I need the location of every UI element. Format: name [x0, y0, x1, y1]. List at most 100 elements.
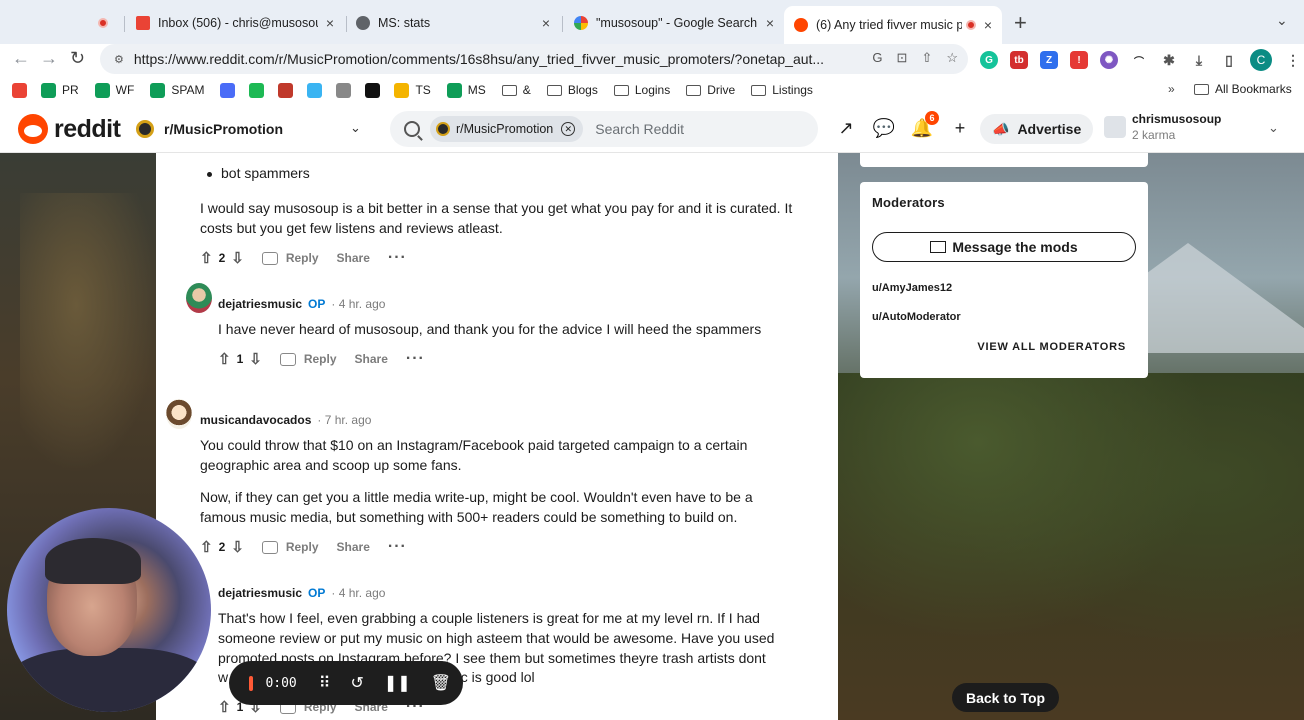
tab-reddit-active[interactable]: (6) Any tried fivver music p × — [784, 6, 1002, 44]
bookmark-item[interactable] — [336, 82, 357, 98]
bookmark-item[interactable]: & — [501, 83, 531, 97]
downvote-icon[interactable]: ⇩ — [231, 538, 244, 556]
restart-icon[interactable]: ↺ — [350, 673, 363, 693]
bookmark-item[interactable]: WF — [94, 82, 134, 98]
more-options-icon[interactable]: ··· — [406, 350, 425, 368]
webcam-overlay[interactable] — [7, 508, 211, 712]
chevron-down-icon[interactable]: ⌄ — [1268, 120, 1279, 136]
bookmark-item[interactable]: Drive — [686, 83, 735, 97]
close-tab-icon[interactable]: × — [984, 17, 992, 33]
extension-icon[interactable]: ! — [1070, 51, 1088, 69]
reply-button[interactable]: Reply — [279, 352, 337, 366]
avatar[interactable] — [186, 283, 212, 313]
tab-recording[interactable] — [88, 8, 120, 38]
extension-icon[interactable]: Z — [1040, 51, 1058, 69]
reddit-snoo-icon — [18, 114, 48, 144]
user-menu[interactable]: chrismusosoup 2 karma — [1104, 112, 1221, 142]
moderator-link[interactable]: u/AutoModerator — [872, 311, 961, 323]
upvote-icon[interactable]: ⇧ — [200, 538, 213, 556]
advertise-button[interactable]: 📣 Advertise — [980, 114, 1094, 144]
clear-scope-icon[interactable]: ✕ — [561, 122, 576, 136]
back-arrow-icon[interactable]: ← — [12, 48, 30, 69]
comment-author[interactable]: dejatriesmusic — [218, 586, 302, 600]
bookmark-item[interactable]: TS — [394, 82, 431, 98]
search-input[interactable] — [595, 121, 796, 137]
stop-recording-button[interactable] — [249, 675, 254, 691]
popular-icon[interactable]: ↗ — [836, 118, 856, 138]
bookmark-item[interactable] — [278, 82, 299, 98]
forward-arrow-icon[interactable]: → — [40, 48, 58, 69]
reply-button[interactable]: Reply — [261, 540, 319, 554]
upvote-icon[interactable]: ⇧ — [218, 698, 231, 716]
puzzle-icon[interactable]: ✱ — [1160, 51, 1178, 69]
close-tab-icon[interactable]: × — [766, 15, 774, 31]
google-lens-icon[interactable]: G — [872, 50, 882, 66]
pause-icon[interactable]: ❚❚ — [384, 673, 411, 693]
side-panel-icon[interactable]: ▯ — [1220, 51, 1238, 69]
site-info-icon[interactable]: ⚙ — [114, 53, 124, 66]
search-bar[interactable]: r/MusicPromotion ✕ — [390, 111, 818, 147]
url-field[interactable]: ⚙ https://www.reddit.com/r/MusicPromotio… — [100, 44, 968, 74]
share-button[interactable]: Share — [337, 540, 370, 554]
notification-bell-icon[interactable]: 🔔 6 — [911, 111, 939, 138]
menu-icon[interactable]: ⋮ — [1284, 51, 1302, 69]
downvote-icon[interactable]: ⇩ — [231, 249, 244, 267]
all-bookmarks-button[interactable]: All Bookmarks — [1194, 82, 1292, 96]
extension-icon[interactable]: tb — [1010, 51, 1028, 69]
comment-author[interactable]: dejatriesmusic — [218, 297, 302, 311]
view-all-moderators-link[interactable]: VIEW ALL MODERATORS — [977, 341, 1126, 353]
chat-icon[interactable]: 💬 — [873, 118, 895, 138]
bookmark-item[interactable]: Listings — [751, 83, 813, 97]
c-icon — [307, 82, 323, 98]
more-options-icon[interactable]: ··· — [388, 249, 407, 267]
moderators-title: Moderators — [872, 195, 945, 210]
extension-icon[interactable]: ✺ — [1100, 51, 1118, 69]
bookmark-item[interactable] — [249, 82, 270, 98]
drag-handle-icon[interactable]: ⠿ — [319, 673, 331, 693]
reply-button[interactable]: Reply — [261, 251, 319, 265]
reddit-logo[interactable]: reddit — [18, 114, 121, 144]
search-scope-chip[interactable]: r/MusicPromotion ✕ — [430, 116, 584, 142]
extension-icon[interactable]: ⌒ — [1130, 51, 1148, 69]
bookmark-item[interactable] — [307, 82, 328, 98]
chevron-down-icon[interactable]: ⌄ — [350, 120, 361, 136]
download-icon[interactable]: ⤓ — [1190, 51, 1208, 69]
upvote-icon[interactable]: ⇧ — [200, 249, 213, 267]
bookmark-item[interactable]: MS — [446, 82, 486, 98]
tab-google-search[interactable]: "musosoup" - Google Search × — [564, 8, 784, 38]
bookmark-item[interactable]: SPAM — [150, 82, 204, 98]
bookmark-item[interactable] — [220, 82, 241, 98]
new-tab-button[interactable]: + — [1014, 10, 1027, 36]
comment-time: · 7 hr. ago — [317, 413, 372, 427]
close-tab-icon[interactable]: × — [542, 15, 550, 31]
bookmark-item[interactable] — [12, 82, 33, 98]
bookmark-item[interactable] — [365, 82, 386, 98]
create-post-icon[interactable]: + — [950, 118, 970, 138]
bookmark-item[interactable]: PR — [41, 82, 79, 98]
comment-author[interactable]: musicandavocados — [200, 413, 311, 427]
bookmarks-more-button[interactable]: » — [1168, 82, 1175, 96]
back-to-top-button[interactable]: Back to Top — [952, 683, 1060, 712]
tab-inbox[interactable]: Inbox (506) - chris@musosoup × — [126, 8, 344, 38]
upvote-icon[interactable]: ⇧ — [218, 350, 231, 368]
close-tab-icon[interactable]: × — [326, 15, 334, 31]
install-icon[interactable]: ⊡ — [897, 50, 908, 66]
bookmark-star-icon[interactable]: ☆ — [946, 50, 958, 66]
moderator-link[interactable]: u/AmyJames12 — [872, 282, 952, 294]
chevron-down-icon[interactable]: ⌄ — [1276, 12, 1288, 29]
tab-stats[interactable]: MS: stats × — [346, 8, 560, 38]
share-icon[interactable]: ⇧ — [921, 50, 932, 66]
more-options-icon[interactable]: ··· — [388, 538, 407, 556]
grammarly-icon[interactable]: G — [980, 51, 998, 69]
bookmark-item[interactable]: Logins — [613, 83, 670, 97]
share-button[interactable]: Share — [337, 251, 370, 265]
downvote-icon[interactable]: ⇩ — [249, 350, 262, 368]
message-mods-button[interactable]: Message the mods — [872, 232, 1136, 262]
profile-avatar[interactable]: C — [1250, 49, 1272, 71]
community-selector[interactable]: r/MusicPromotion — [136, 120, 283, 138]
avatar[interactable] — [166, 399, 192, 429]
bookmark-item[interactable]: Blogs — [546, 83, 598, 97]
share-button[interactable]: Share — [355, 352, 388, 366]
trash-icon[interactable]: 🗑 — [431, 673, 451, 693]
reload-icon[interactable]: ↻ — [70, 48, 85, 69]
